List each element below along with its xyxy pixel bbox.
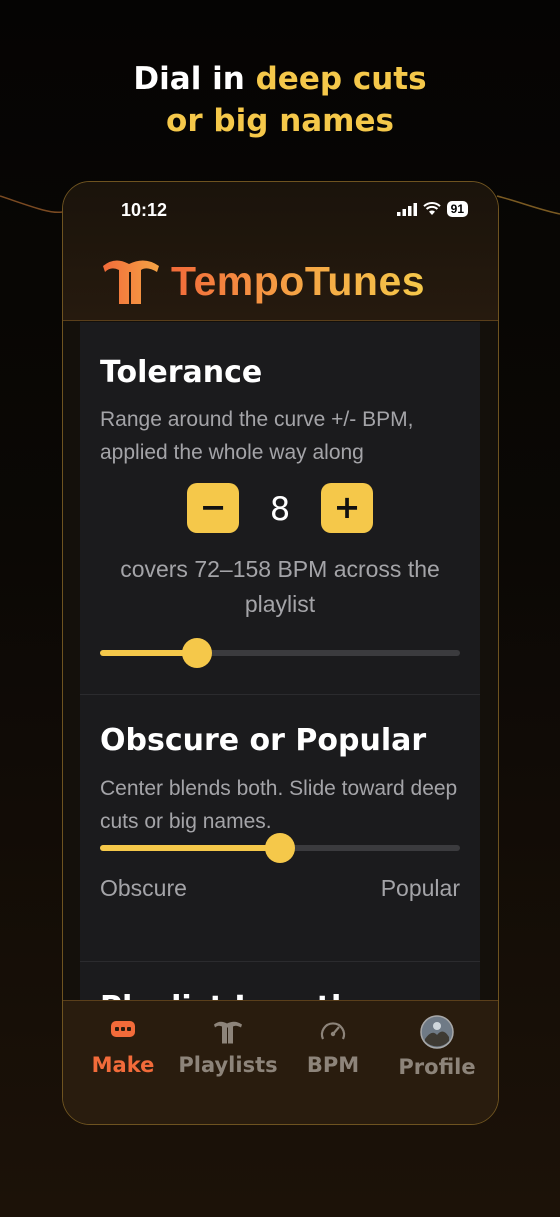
battery-indicator: 91 — [446, 201, 468, 217]
status-icons: 91 — [396, 201, 468, 217]
speedometer-icon — [320, 1022, 346, 1040]
settings-scroll-area[interactable]: Tolerance Range around the curve +/- BPM… — [80, 322, 480, 1002]
obscure-popular-title: Obscure or Popular — [100, 723, 427, 758]
avatar-icon — [420, 1015, 454, 1049]
tab-profile[interactable]: Profile — [383, 1001, 491, 1124]
tolerance-increment-button[interactable]: + — [321, 483, 373, 533]
tab-playlists-label: Playlists — [178, 1053, 278, 1077]
section-divider — [80, 961, 480, 962]
app-logo: TempoTunes — [101, 256, 425, 306]
tab-bpm-label: BPM — [306, 1053, 360, 1077]
popular-label: Popular — [380, 875, 460, 901]
obscure-popular-section: Obscure or Popular Center blends both. S… — [80, 695, 480, 960]
obscure-popular-slider[interactable] — [100, 833, 460, 863]
make-icon — [111, 1021, 135, 1037]
tolerance-slider[interactable] — [100, 638, 460, 668]
tab-make[interactable]: Make — [69, 1001, 177, 1124]
obscure-popular-description: Center blends both. Slide toward deep cu… — [100, 777, 458, 833]
headline-highlight-1: deep cuts — [255, 61, 427, 97]
status-time: 10:12 — [121, 200, 168, 220]
tab-playlists[interactable]: Playlists — [174, 1001, 282, 1124]
promo-headline: Dial in deep cuts or big names — [0, 58, 560, 142]
obscure-label: Obscure — [100, 875, 187, 901]
phone-frame: 10:12 91 TempoTunes Tolerance Range arou… — [62, 181, 499, 1125]
app-name: TempoTunes — [171, 257, 426, 304]
tolerance-coverage-text: covers 72–158 BPM across the playlist — [120, 556, 440, 617]
tab-make-label: Make — [91, 1053, 155, 1077]
obscure-popular-slider-fill — [100, 845, 280, 851]
tolerance-slider-thumb[interactable] — [182, 638, 213, 668]
tempotunes-logo-icon — [103, 260, 159, 304]
tolerance-value: 8 — [269, 490, 291, 528]
headline-white: Dial in — [133, 61, 256, 97]
tab-bpm[interactable]: BPM — [279, 1001, 387, 1124]
tab-profile-label: Profile — [398, 1055, 476, 1079]
tab-bar: Make Playlists BPM Profile — [63, 1000, 498, 1124]
cellular-signal-icon — [396, 202, 417, 216]
tolerance-section: Tolerance Range around the curve +/- BPM… — [80, 322, 480, 694]
tolerance-title: Tolerance — [100, 355, 263, 390]
tolerance-description: Range around the curve +/- BPM, applied … — [100, 408, 414, 464]
wifi-icon — [422, 202, 441, 215]
app-header: 10:12 91 TempoTunes — [63, 182, 498, 321]
tempotunes-logo-icon — [214, 1021, 242, 1044]
tolerance-decrement-button[interactable]: − — [187, 483, 239, 533]
headline-highlight-2: or big names — [166, 103, 394, 139]
obscure-popular-slider-thumb[interactable] — [265, 833, 295, 863]
